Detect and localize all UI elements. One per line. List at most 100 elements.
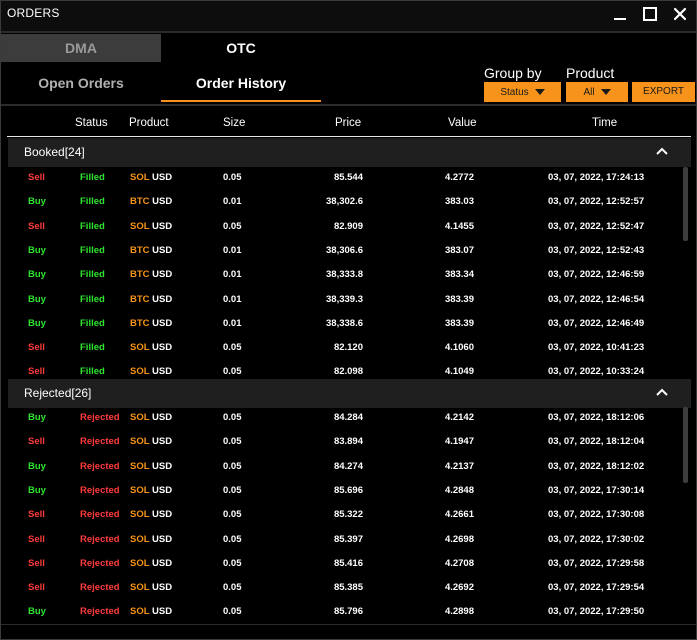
price-cell: 85.544: [333, 172, 363, 183]
price-cell: 38,338.6: [326, 317, 363, 329]
product-symbol: SOL: [130, 460, 150, 472]
table-row[interactable]: Sell Rejected SOL USD 0.05 83.894 4.1947 03, 0…: [8, 431, 683, 455]
size-cell: 0.01: [223, 293, 242, 305]
status-cell: Filled: [80, 196, 105, 208]
product-value: All: [583, 86, 595, 98]
divider: [1, 624, 696, 625]
product-cell: SOL USD: [130, 606, 172, 617]
group-header-booked[interactable]: Booked[24]: [8, 138, 691, 167]
price-cell: 84.284: [333, 412, 363, 423]
product-cell: BTC USD: [130, 318, 172, 329]
window-controls: [612, 3, 688, 25]
product-symbol: BTC: [130, 244, 150, 256]
table-row[interactable]: Buy Filled BTC USD 0.01 38,338.6 383.39 03, 07…: [8, 313, 683, 337]
product-dropdown[interactable]: All: [566, 82, 628, 102]
product-symbol: SOL: [130, 533, 150, 545]
table-row[interactable]: Buy Rejected SOL USD 0.05 85.796 4.2898 03, 07…: [8, 601, 683, 623]
table-row[interactable]: Buy Rejected SOL USD 0.05 85.696 4.2848 03, 07…: [8, 480, 683, 504]
product-quote: USD: [152, 342, 173, 354]
booked-scrollbar[interactable]: [683, 167, 688, 241]
value-cell: 383.03: [444, 196, 474, 208]
product-cell: SOL USD: [130, 221, 172, 232]
value-cell: 383.07: [444, 244, 474, 256]
table-row[interactable]: Sell Rejected SOL USD 0.05 85.416 4.2708 03, 0…: [8, 553, 683, 577]
table-row[interactable]: Sell Rejected SOL USD 0.05 85.385 4.2692 03, 0…: [8, 577, 683, 601]
minimize-icon[interactable]: [612, 6, 628, 22]
rejected-rows: Buy Rejected SOL USD 0.05 84.284 4.2142 03, 07…: [8, 407, 683, 623]
column-header-value[interactable]: Value: [448, 117, 477, 129]
table-row[interactable]: Buy Filled BTC USD 0.01 38,339.3 383.39 03, 07…: [8, 289, 683, 313]
product-cell: SOL USD: [130, 342, 172, 353]
product-symbol: SOL: [130, 582, 150, 594]
tab-open-orders[interactable]: Open Orders: [1, 69, 161, 100]
value-cell: 4.1060: [444, 342, 474, 354]
product-cell: SOL USD: [130, 485, 172, 496]
group-by-dropdown[interactable]: Status: [484, 82, 561, 102]
table-row[interactable]: Sell Filled SOL USD 0.05 82.098 4.1049 03, 07,…: [8, 361, 683, 377]
divider: [1, 31, 696, 33]
maximize-icon[interactable]: [642, 6, 658, 22]
title-bar: ORDERS: [1, 1, 696, 31]
side-cell: Buy: [28, 269, 46, 281]
table-row[interactable]: Sell Filled SOL USD 0.05 82.909 4.1455 03, 07,…: [8, 216, 683, 240]
value-cell: 4.1049: [444, 366, 474, 377]
size-cell: 0.05: [223, 436, 242, 448]
size-cell: 0.05: [223, 606, 242, 618]
column-header-size[interactable]: Size: [223, 117, 245, 129]
table-row[interactable]: Buy Rejected SOL USD 0.05 84.274 4.2137 03, 07…: [8, 456, 683, 480]
price-cell: 38,306.6: [326, 244, 363, 256]
table-row[interactable]: Buy Filled BTC USD 0.01 38,306.6 383.07 03, 07…: [8, 240, 683, 264]
side-cell: Sell: [28, 220, 45, 232]
column-header-status[interactable]: Status: [75, 117, 108, 129]
value-cell: 4.2772: [444, 172, 474, 183]
product-cell: SOL USD: [130, 366, 172, 377]
product-quote: USD: [152, 533, 173, 545]
export-button[interactable]: EXPORT: [632, 82, 695, 102]
product-symbol: SOL: [130, 342, 150, 354]
rejected-scrollbar[interactable]: [683, 407, 688, 483]
product-symbol: SOL: [130, 484, 150, 496]
product-quote: USD: [152, 293, 173, 305]
order-tabs: Open Orders Order History: [1, 69, 321, 103]
chevron-up-icon[interactable]: [655, 146, 669, 156]
price-cell: 85.385: [333, 582, 363, 594]
status-cell: Rejected: [80, 460, 120, 472]
status-cell: Filled: [80, 317, 105, 329]
status-cell: Rejected: [80, 557, 120, 569]
close-icon[interactable]: [672, 6, 688, 22]
table-row[interactable]: Buy Filled BTC USD 0.01 38,333.8 383.34 03, 07…: [8, 264, 683, 288]
value-cell: 4.2661: [444, 509, 474, 521]
table-row[interactable]: Sell Rejected SOL USD 0.05 85.322 4.2661 03, 0…: [8, 504, 683, 528]
side-cell: Buy: [28, 244, 46, 256]
group-header-rejected[interactable]: Rejected[26]: [8, 379, 691, 408]
time-cell: 03, 07, 2022, 17:29:58: [548, 557, 645, 569]
table-row[interactable]: Buy Filled BTC USD 0.01 38,302.6 383.03 03, 07…: [8, 191, 683, 215]
time-cell: 03, 07, 2022, 17:30:14: [548, 484, 645, 496]
status-cell: Filled: [80, 342, 105, 354]
product-quote: USD: [152, 269, 173, 281]
tab-order-history[interactable]: Order History: [161, 69, 321, 102]
column-header-product[interactable]: Product: [129, 117, 169, 129]
table-row[interactable]: Buy Rejected SOL USD 0.05 84.284 4.2142 03, 07…: [8, 407, 683, 431]
column-header-price[interactable]: Price: [335, 117, 361, 129]
product-cell: SOL USD: [130, 509, 172, 520]
value-cell: 383.39: [444, 317, 474, 329]
product-cell: BTC USD: [130, 196, 172, 207]
table-row[interactable]: Sell Filled SOL USD 0.05 85.544 4.2772 03, 07,…: [8, 167, 683, 191]
status-cell: Rejected: [80, 436, 120, 448]
column-header-time[interactable]: Time: [592, 117, 617, 129]
size-cell: 0.05: [223, 412, 242, 423]
price-cell: 84.274: [333, 460, 363, 472]
tab-dma[interactable]: DMA: [1, 34, 161, 62]
chevron-up-icon[interactable]: [655, 387, 669, 397]
tab-otc[interactable]: OTC: [161, 34, 321, 62]
status-cell: Rejected: [80, 412, 120, 423]
size-cell: 0.05: [223, 342, 242, 354]
product-quote: USD: [152, 460, 173, 472]
size-cell: 0.05: [223, 172, 242, 183]
table-row[interactable]: Sell Filled SOL USD 0.05 82.120 4.1060 03, 07,…: [8, 337, 683, 361]
time-cell: 03, 07, 2022, 12:52:57: [548, 196, 645, 208]
table-row[interactable]: Sell Rejected SOL USD 0.05 85.397 4.2698 03, 0…: [8, 529, 683, 553]
size-cell: 0.05: [223, 460, 242, 472]
size-cell: 0.01: [223, 196, 242, 208]
